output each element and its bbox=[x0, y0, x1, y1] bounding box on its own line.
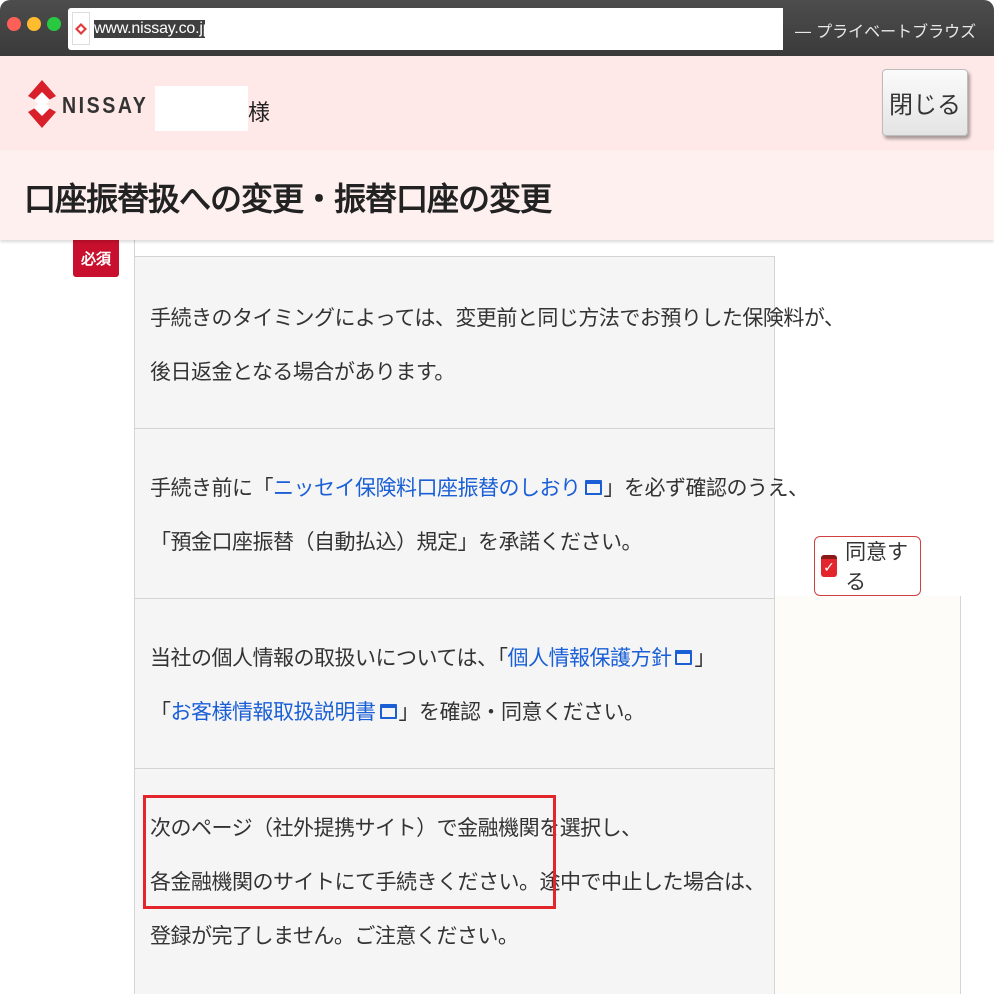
privacy-policy-link[interactable]: 個人情報保護方針 bbox=[507, 646, 694, 670]
user-honorific: 様 bbox=[248, 101, 271, 126]
zoom-window-button[interactable] bbox=[47, 17, 61, 31]
page-title-band: 口座振替扱への変更・振替口座の変更 bbox=[0, 150, 994, 240]
site-favicon-icon bbox=[72, 12, 90, 45]
consent-row-guide: 手続き前に「ニッセイ保険料口座振替のしおり 」を必ず確認のうえ、 「預金口座振替（… bbox=[135, 428, 809, 598]
label-column bbox=[33, 240, 135, 994]
consent-row-refund: 手続きのタイミングによっては、変更前と同じ方法でお預りした保険料が、 後日返金と… bbox=[135, 256, 845, 428]
redacted-url-area bbox=[205, 8, 783, 50]
nissay-logo-icon bbox=[26, 78, 58, 134]
required-badge: 必須 bbox=[73, 240, 119, 277]
row-text-line: 「お客様情報取扱説明書 」を確認・同意ください。 bbox=[150, 700, 645, 724]
consent-row-privacy: 当社の個人情報の取扱いについては、「個人情報保護方針」 「お客様情報取扱説明書」… bbox=[135, 598, 775, 768]
external-window-icon bbox=[675, 650, 693, 665]
row-text-line: 「預金口座振替（自動払込）規定」を承諾ください。 bbox=[150, 530, 643, 554]
agree-checkbox-button[interactable]: ✓ 同意する bbox=[814, 536, 921, 596]
row-text-line: 登録が完了しません。ご注意ください。 bbox=[150, 924, 519, 948]
page-title: 口座振替扱への変更・振替口座の変更 bbox=[24, 180, 552, 218]
agree-label: 同意する bbox=[845, 540, 909, 594]
customer-info-link[interactable]: お客様情報取扱説明書 bbox=[171, 700, 399, 724]
external-window-icon bbox=[584, 480, 602, 495]
redacted-user-name bbox=[155, 86, 248, 131]
guide-link[interactable]: ニッセイ保険料口座振替のしおり bbox=[273, 476, 604, 500]
url-text[interactable]: www.nissay.co.jp/ bbox=[94, 20, 220, 38]
row-text-line: 手続き前に「ニッセイ保険料口座振替のしおり 」を必ず確認のうえ、 bbox=[150, 476, 809, 500]
logo-wordmark: NISSAY bbox=[62, 92, 149, 118]
checkbox-checked-icon: ✓ bbox=[821, 555, 838, 577]
row-text-line: 当社の個人情報の取扱いについては、「個人情報保護方針」 bbox=[150, 646, 715, 670]
browser-toolbar: www.nissay.co.jp/ ― プライベートブラウズ bbox=[0, 0, 994, 56]
external-window-icon bbox=[379, 704, 397, 719]
minimize-window-button[interactable] bbox=[27, 17, 41, 31]
private-browsing-label: ― プライベートブラウズ bbox=[795, 22, 977, 41]
close-window-button[interactable] bbox=[7, 17, 21, 31]
annotation-highlight-box bbox=[143, 795, 556, 909]
close-button[interactable]: 閉じる bbox=[882, 69, 968, 136]
site-header: NISSAY 様 閉じる bbox=[0, 56, 994, 150]
row-text-line: 手続きのタイミングによっては、変更前と同じ方法でお預りした保険料が、 bbox=[150, 306, 845, 330]
row-text-line: 後日返金となる場合があります。 bbox=[150, 360, 455, 384]
